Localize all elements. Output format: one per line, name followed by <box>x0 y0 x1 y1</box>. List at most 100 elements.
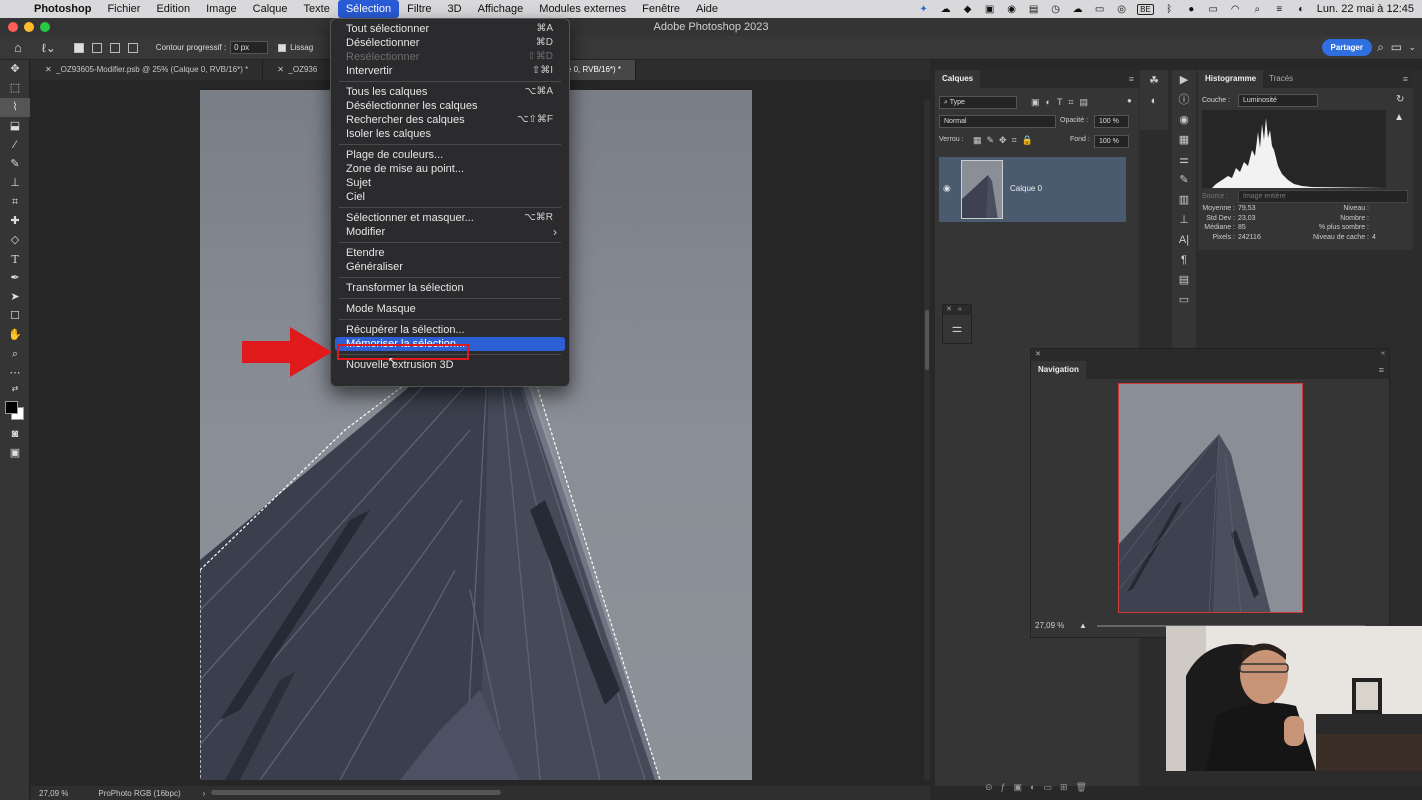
brush-settings-icon[interactable]: ✎ <box>1172 170 1196 190</box>
menu-item-quick-mask[interactable]: Mode Masque <box>331 302 569 316</box>
cloud-sync-icon[interactable]: ☁ <box>1071 4 1084 15</box>
add-selection-icon[interactable] <box>91 42 102 53</box>
menu-aide[interactable]: Aide <box>688 0 726 18</box>
foreground-color[interactable] <box>5 401 18 414</box>
blend-mode-select[interactable]: Normal <box>939 115 1056 128</box>
workspace-icon[interactable]: ▭ <box>1391 40 1402 54</box>
visibility-eye-icon[interactable]: ◉ <box>943 183 951 194</box>
properties-icon[interactable]: ⚌ <box>1172 150 1196 170</box>
type-tool-icon[interactable]: T <box>0 250 30 269</box>
adjustment-sliders-icon[interactable]: ⚌ <box>943 315 971 341</box>
menu-calque[interactable]: Calque <box>245 0 296 18</box>
menubar-clock[interactable]: Lun. 22 mai à 12:45 <box>1317 3 1414 15</box>
menu-affichage[interactable]: Affichage <box>470 0 532 18</box>
camera-icon[interactable]: ▣ <box>983 4 996 15</box>
status-color-profile[interactable]: ProPhoto RGB (16bpc) <box>98 789 180 798</box>
lasso-tool-preset-icon[interactable]: ℓ⌄ <box>42 41 56 55</box>
shape-tool-icon[interactable]: ☐ <box>0 307 30 326</box>
menu-selection[interactable]: Sélection <box>337 0 400 18</box>
pen-tool-icon[interactable]: ✒ <box>0 269 30 288</box>
menu-item-sky[interactable]: Ciel <box>331 190 569 204</box>
menu-item-save-selection[interactable]: Mémoriser la sélection... <box>335 337 565 351</box>
hand-tool-icon[interactable]: ✋ <box>0 326 30 345</box>
vertical-scrollbar[interactable] <box>924 100 930 780</box>
status-expand-icon[interactable]: › <box>203 789 206 798</box>
menu-fenetre[interactable]: Fenêtre <box>634 0 688 18</box>
tab-histogram[interactable]: Histogramme <box>1198 70 1264 88</box>
fill-input[interactable]: 100 % <box>1094 135 1129 148</box>
menu-item-new-3d-extrusion[interactable]: Nouvelle extrusion 3D <box>331 358 569 372</box>
close-panel-icon[interactable]: ✕ <box>1035 350 1041 358</box>
spot-healing-tool-icon[interactable]: ✚ <box>0 212 30 231</box>
adjustments-icon[interactable]: ◐ <box>1140 90 1168 110</box>
keyboard-layout-badge[interactable]: BE <box>1137 3 1154 15</box>
user-icon[interactable]: ● <box>1185 4 1198 15</box>
menu-edition[interactable]: Edition <box>148 0 198 18</box>
floating-panel-header[interactable]: ✕ « <box>943 305 971 315</box>
menu-3d[interactable]: 3D <box>440 0 470 18</box>
layer-name[interactable]: Calque 0 <box>1010 184 1042 193</box>
new-selection-icon[interactable] <box>73 42 84 53</box>
brush-tool-icon[interactable]: ✎ <box>0 155 30 174</box>
feather-input[interactable]: 0 px <box>230 41 269 54</box>
glyphs-icon[interactable]: ▤ <box>1172 270 1196 290</box>
filter-kind-icons[interactable]: ▣◐T⌗▤ <box>1031 97 1094 108</box>
horizontal-scrollbar[interactable] <box>211 790 501 795</box>
clone-source-icon[interactable]: ⊥ <box>1172 210 1196 230</box>
intersect-selection-icon[interactable] <box>127 42 138 53</box>
navigator-zoom[interactable]: 27,09 % <box>1035 621 1064 630</box>
navigator-menu-icon[interactable]: ≡ <box>1379 365 1384 375</box>
lock-icons[interactable]: ▦✎✥⌗🔒 <box>973 135 1038 146</box>
menu-item-transform-selection[interactable]: Transformer la sélection <box>331 281 569 295</box>
spotlight-search-icon[interactable]: ⌕ <box>1251 4 1264 15</box>
screen-mode-icon[interactable]: ▣ <box>0 444 30 463</box>
refresh-icon[interactable]: ↻ <box>1396 94 1404 105</box>
clone-stamp-tool-icon[interactable]: ⊥ <box>0 174 30 193</box>
play-actions-icon[interactable]: ▶ <box>1172 70 1196 90</box>
menu-image[interactable]: Image <box>198 0 245 18</box>
swap-colors-icon[interactable]: ⇄ <box>0 383 30 395</box>
menu-item-focus-area[interactable]: Zone de mise au point... <box>331 162 569 176</box>
panel-menu-icon[interactable]: ≡ <box>1129 74 1134 84</box>
more-tools-icon[interactable]: ⋯ <box>0 364 30 383</box>
menu-item-deselect-layers[interactable]: Désélectionner les calques <box>331 99 569 113</box>
collapse-panel-icon[interactable]: « <box>1381 350 1385 357</box>
scrollbar-thumb[interactable] <box>925 310 929 370</box>
tab-navigation[interactable]: Navigation <box>1031 361 1086 379</box>
menu-item-grow[interactable]: Etendre <box>331 246 569 260</box>
histogram-menu-icon[interactable]: ≡ <box>1403 74 1408 84</box>
menu-item-select-all[interactable]: Tout sélectionner ⌘A <box>331 22 569 36</box>
clipboard-icon[interactable]: ▤ <box>1027 4 1040 15</box>
menu-filtre[interactable]: Filtre <box>399 0 439 18</box>
share-button[interactable]: Partager <box>1321 39 1372 56</box>
tab-document-1[interactable]: ✕ _OZ93605-Modifier.psb @ 25% (Calque 0,… <box>31 60 264 80</box>
styles-icon[interactable]: ▥ <box>1172 190 1196 210</box>
menu-item-similar[interactable]: Généraliser <box>331 260 569 274</box>
crop-tool-icon[interactable]: ⌗ <box>0 193 30 212</box>
menu-fichier[interactable]: Fichier <box>99 0 148 18</box>
menu-item-deselect[interactable]: Désélectionner ⌘D <box>331 36 569 50</box>
smooth-checkbox[interactable] <box>274 43 290 52</box>
color-icon[interactable]: ◉ <box>1172 110 1196 130</box>
channel-select[interactable]: Luminosité <box>1238 94 1318 107</box>
zoom-tool-icon[interactable]: ⌕ <box>0 345 30 364</box>
tab-document-2[interactable]: ✕ _OZ936 <box>263 60 333 80</box>
info-icon[interactable]: ⓘ <box>1172 90 1196 110</box>
menu-item-isolate-layers[interactable]: Isoler les calques <box>331 127 569 141</box>
wifi-icon[interactable]: ◠ <box>1229 4 1242 15</box>
marquee-tool-icon[interactable]: ⬚ <box>0 79 30 98</box>
status-zoom[interactable]: 27,09 % <box>39 789 68 798</box>
subtract-selection-icon[interactable] <box>109 42 120 53</box>
menu-item-select-and-mask[interactable]: Sélectionner et masquer... ⌥⌘R <box>331 211 569 225</box>
menu-item-inverse[interactable]: Intervertir ⇧⌘I <box>331 64 569 78</box>
search-icon[interactable]: ⌕ <box>1377 40 1384 55</box>
app-menu[interactable]: Photoshop <box>30 0 99 18</box>
polygonal-lasso-tool-icon[interactable]: ⌇ <box>0 98 30 117</box>
object-selection-tool-icon[interactable]: ⬓ <box>0 117 30 136</box>
menu-modules-externes[interactable]: Modules externes <box>531 0 634 18</box>
menu-item-modify[interactable]: Modifier › <box>331 225 569 239</box>
eraser-tool-icon[interactable]: ◇ <box>0 231 30 250</box>
bird-icon[interactable]: ✦ <box>917 4 930 15</box>
menu-item-subject[interactable]: Sujet <box>331 176 569 190</box>
tab-layers[interactable]: Calques <box>935 70 981 88</box>
